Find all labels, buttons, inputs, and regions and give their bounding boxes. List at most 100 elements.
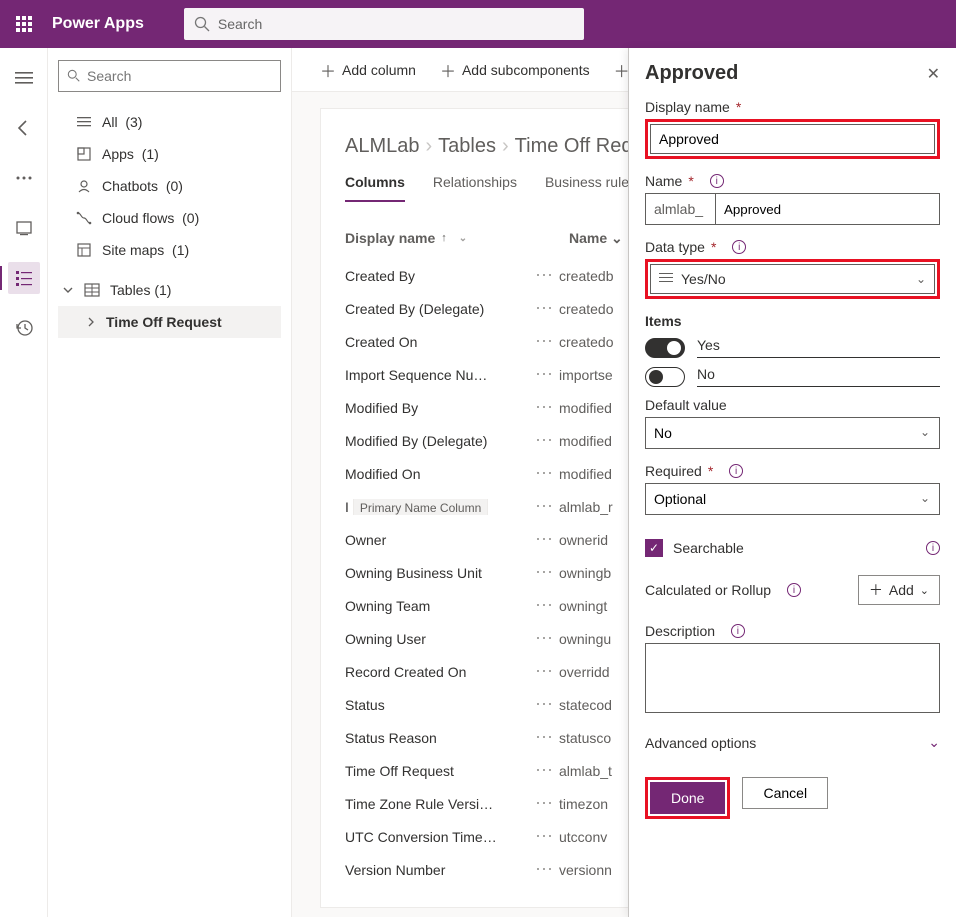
row-more-icon[interactable]: ⋯ [535,529,559,550]
more-icon[interactable] [8,162,40,194]
tab-relationships[interactable]: Relationships [433,174,517,202]
done-button[interactable]: Done [650,782,725,814]
row-more-icon[interactable]: ⋯ [535,727,559,748]
required-dropdown[interactable] [645,483,940,515]
name-input[interactable] [715,193,940,225]
row-display-name: Owning Team [345,598,535,614]
row-more-icon[interactable]: ⋯ [535,331,559,352]
toggle-no[interactable] [645,367,685,387]
row-display-name: Modified On [345,466,535,482]
chevron-down-icon: ⌄ [920,491,930,505]
col-header-display-name[interactable]: Display name↑⌄ [345,230,545,246]
info-icon[interactable]: i [729,464,743,478]
advanced-options-toggle[interactable]: Advanced options⌄ [645,734,940,751]
tree-tables[interactable]: Tables (1) [58,274,281,306]
tree-sub-label: Time Off Request [106,314,222,330]
row-more-icon[interactable]: ⋯ [535,793,559,814]
tree-item-icon [76,146,92,162]
description-textarea[interactable] [645,643,940,713]
row-more-icon[interactable]: ⋯ [535,265,559,286]
waffle-icon[interactable] [0,0,48,48]
row-display-name: Created By [345,268,535,284]
row-display-name: Version Number [345,862,535,878]
info-icon[interactable]: i [731,624,745,638]
panel-title: Approved [645,62,738,85]
add-calc-button[interactable]: ＋Add⌄ [858,575,940,605]
crumb-tables[interactable]: Tables [438,135,496,157]
row-more-icon[interactable]: ⋯ [535,661,559,682]
tree-table-timeoff[interactable]: Time Off Request [58,306,281,338]
tab-columns[interactable]: Columns [345,174,405,202]
hamburger-icon[interactable] [8,62,40,94]
row-more-icon[interactable]: ⋯ [535,364,559,385]
info-icon[interactable]: i [710,174,724,188]
searchable-label: Searchable [673,540,744,556]
row-more-icon[interactable]: ⋯ [535,859,559,880]
tree-search-placeholder: Search [87,68,131,84]
row-display-name: Import Sequence Nu… [345,367,535,383]
searchable-checkbox[interactable]: ✓ [645,539,663,557]
name-label: Name* i [645,173,940,189]
row-more-icon[interactable]: ⋯ [535,430,559,451]
display-name-label: Display name* [645,99,940,115]
crumb-current: Time Off Requ [515,135,644,157]
tablet-icon[interactable] [8,212,40,244]
app-header: Power Apps Search [0,0,956,48]
display-name-input[interactable] [650,124,935,154]
row-display-name: Created By (Delegate) [345,301,535,317]
chevron-down-icon [62,284,74,296]
data-type-highlight: Yes/No ⌄ [645,259,940,299]
tree-item-apps[interactable]: Apps (1) [58,138,281,170]
toggle-yes[interactable] [645,338,685,358]
row-more-icon[interactable]: ⋯ [535,760,559,781]
back-icon[interactable] [8,112,40,144]
row-display-name: Status Reason [345,730,535,746]
row-more-icon[interactable]: ⋯ [535,694,559,715]
tree-item-chatbots[interactable]: Chatbots (0) [58,170,281,202]
cancel-button[interactable]: Cancel [742,777,828,809]
tab-business-rules[interactable]: Business rules [545,174,636,202]
tree-search[interactable]: Search [58,60,281,92]
global-search[interactable]: Search [184,8,584,40]
row-more-icon[interactable]: ⋯ [535,397,559,418]
tree-icon[interactable] [8,262,40,294]
item-yes-label[interactable]: Yes [697,337,940,358]
brand-label: Power Apps [52,15,144,33]
tree-item-site-maps[interactable]: Site maps (1) [58,234,281,266]
info-icon[interactable]: i [926,541,940,555]
row-more-icon[interactable]: ⋯ [535,628,559,649]
row-more-icon[interactable]: ⋯ [535,562,559,583]
left-rail [0,48,48,917]
default-value-dropdown[interactable] [645,417,940,449]
close-icon[interactable]: ✕ [927,64,940,84]
chevron-right-icon [86,317,96,327]
info-icon[interactable]: i [732,240,746,254]
chevron-down-icon: ⌄ [916,272,926,286]
row-display-name: Time Zone Rule Versi… [345,796,535,812]
row-more-icon[interactable]: ⋯ [535,496,559,517]
description-label: Description i [645,623,940,639]
row-more-icon[interactable]: ⋯ [535,826,559,847]
add-column-button[interactable]: ＋Add column [312,54,424,86]
tree-item-all[interactable]: All (3) [58,106,281,138]
row-more-icon[interactable]: ⋯ [535,298,559,319]
search-icon [194,16,210,32]
chevron-down-icon: ⌄ [920,425,930,439]
row-more-icon[interactable]: ⋯ [535,463,559,484]
default-value-label: Default value [645,397,940,413]
add-subcomponents-button[interactable]: ＋Add subcomponents [432,54,598,86]
row-display-name: Owner [345,532,535,548]
data-type-dropdown[interactable]: Yes/No ⌄ [650,264,935,294]
data-type-label: Data type* i [645,239,940,255]
name-prefix: almlab_ [645,193,715,225]
row-more-icon[interactable]: ⋯ [535,595,559,616]
done-highlight: Done [645,777,730,819]
info-icon[interactable]: i [787,583,801,597]
crumb-almlab[interactable]: ALMLab [345,135,420,157]
item-no-label[interactable]: No [697,366,940,387]
row-display-name: UTC Conversion Time… [345,829,535,845]
calc-rollup-label: Calculated or Rollup i [645,582,801,598]
items-label: Items [645,313,940,329]
history-icon[interactable] [8,312,40,344]
tree-item-cloud-flows[interactable]: Cloud flows (0) [58,202,281,234]
